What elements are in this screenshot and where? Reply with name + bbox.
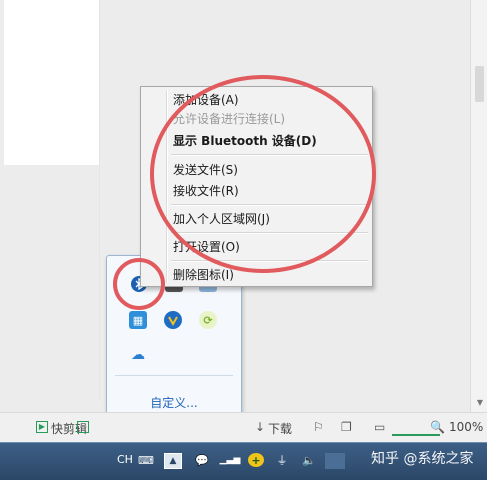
flag-icon[interactable]: ⚐ <box>313 420 324 434</box>
power-plug-icon[interactable]: ⏚ <box>274 453 290 467</box>
zoom-icon[interactable]: 🔍 <box>430 420 445 434</box>
menu-item-send-file[interactable]: 发送文件(S) <box>173 161 238 179</box>
menu-separator <box>171 204 368 206</box>
sync-green-icon[interactable]: ⟳ <box>199 311 217 329</box>
zoom-level: 100% <box>449 420 484 434</box>
cloud-icon[interactable]: ☁ <box>129 346 147 364</box>
flyout-divider <box>115 375 233 376</box>
scrollbar-thumb[interactable] <box>475 66 484 102</box>
show-hidden-icons-button[interactable]: ▲ <box>164 453 182 469</box>
browser-v-icon[interactable] <box>164 311 182 329</box>
action-center-icon[interactable] <box>325 453 345 469</box>
bluetooth-context-menu: 添加设备(A) 允许设备进行连接(L) 显示 Bluetooth 设备(D) 发… <box>140 86 373 287</box>
menu-item-open-settings[interactable]: 打开设置(O) <box>173 238 240 256</box>
app-blue-icon[interactable]: ▦ <box>129 311 147 329</box>
download-label[interactable]: 下载 <box>268 420 292 437</box>
signal-icon[interactable]: ▁▃▅ <box>220 453 241 467</box>
vertical-scrollbar[interactable]: ▼ <box>470 0 487 412</box>
input-language-indicator[interactable]: CH <box>117 453 133 466</box>
menu-icon-gutter <box>166 90 168 283</box>
wechat-icon[interactable]: 💬 <box>194 453 210 467</box>
keyboard-icon[interactable]: ⌨ <box>138 453 154 467</box>
menu-item-show-devices[interactable]: 显示 Bluetooth 设备(D) <box>173 132 317 150</box>
menu-item-join-pan[interactable]: 加入个人区域网(J) <box>173 210 270 228</box>
layout-icon[interactable]: ▭ <box>374 420 385 434</box>
customize-link[interactable]: 自定义... <box>107 394 241 411</box>
menu-separator <box>171 232 368 234</box>
menu-item-allow-connect: 允许设备进行连接(L) <box>173 112 286 126</box>
screenshot-icon[interactable] <box>77 421 89 433</box>
watermark: 知乎 @系统之家 <box>371 451 474 467</box>
menu-item-remove-icon[interactable]: 删除图标(I) <box>173 266 234 284</box>
zoom-slider[interactable] <box>392 434 440 436</box>
volume-icon[interactable]: 🔈 <box>301 453 317 467</box>
menu-item-receive-file[interactable]: 接收文件(R) <box>173 182 239 200</box>
page-icon[interactable]: ❐ <box>341 420 352 434</box>
menu-separator <box>171 154 368 156</box>
quick-clip-icon[interactable]: ▶ <box>36 421 48 433</box>
document-status-bar: ▶ 快剪辑 ↓ 下载 ⚐ ❐ ▭ 🔍 100% <box>0 412 487 443</box>
page-divider <box>99 0 100 400</box>
menu-item-add-device[interactable]: 添加设备(A) <box>173 91 239 109</box>
document-page-area <box>4 0 100 165</box>
download-arrow-icon[interactable]: ↓ <box>255 420 265 434</box>
menu-separator <box>171 260 368 262</box>
plus-app-icon[interactable]: + <box>248 453 264 467</box>
scroll-down-arrow-icon[interactable]: ▼ <box>477 398 483 407</box>
